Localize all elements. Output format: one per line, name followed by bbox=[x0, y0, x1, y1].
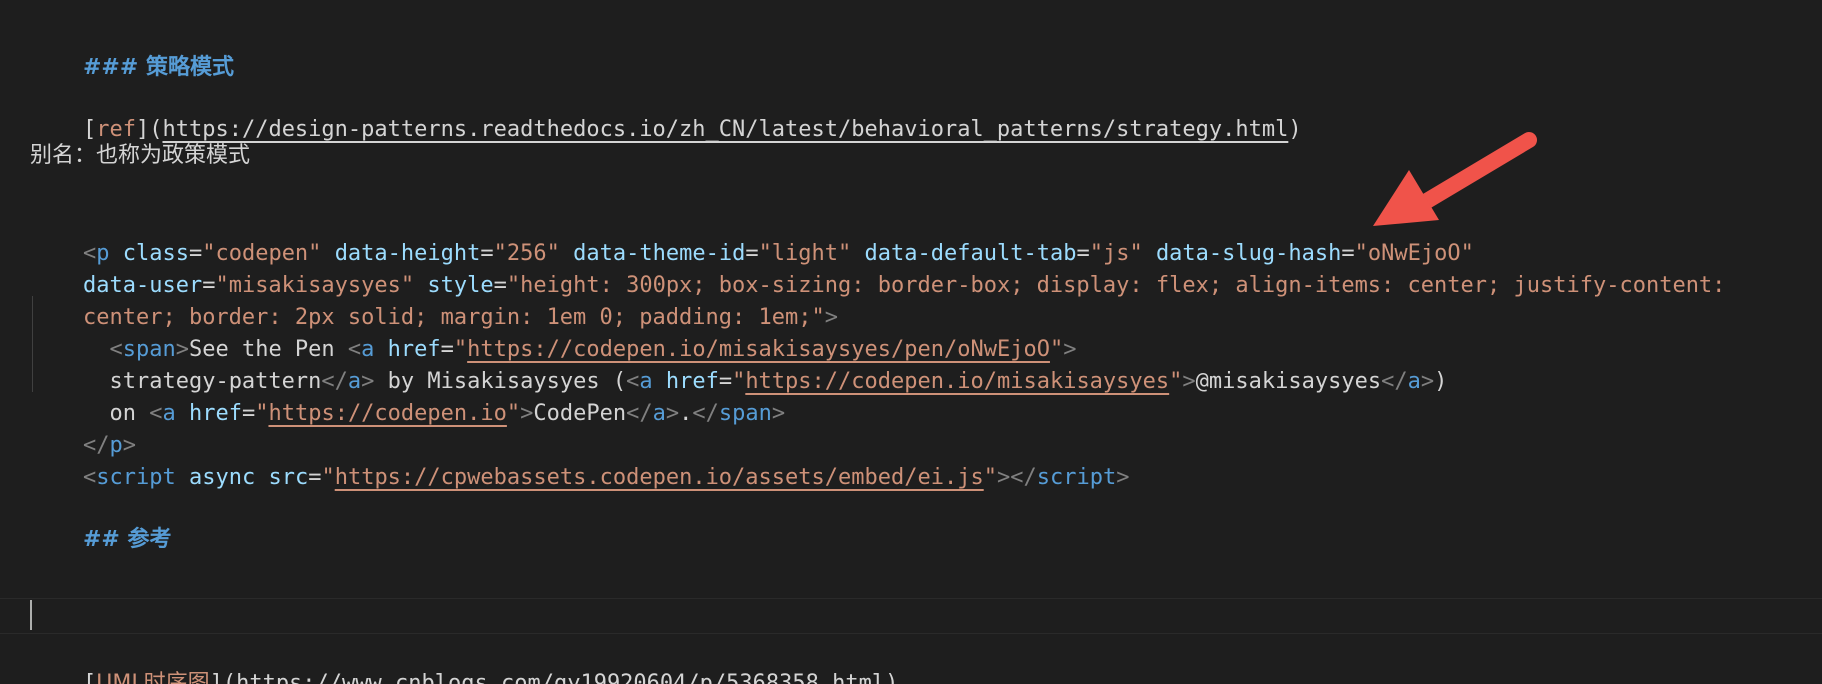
code-line-author: strategy-pattern</a> by Misakisaysyes (<… bbox=[109, 369, 1448, 394]
red-arrow-icon bbox=[1373, 132, 1537, 226]
alias-line: 别名：也称为政策模式 bbox=[30, 143, 251, 168]
code-line-style-cont: center; border: 2px solid; margin: 1em 0… bbox=[82, 305, 838, 330]
heading-2-line: ## 参考 bbox=[30, 486, 172, 552]
heading-2-title: 参考 bbox=[127, 527, 172, 552]
current-line-highlight bbox=[0, 598, 1822, 634]
uml-link-text[interactable]: UML时序图 bbox=[96, 671, 209, 684]
code-editor[interactable]: ### 策略模式 [ref](https://design-patterns.r… bbox=[0, 0, 1822, 684]
code-line-p-open: <p class="codepen" data-height="256" dat… bbox=[82, 241, 1474, 266]
code-line-on-codepen: on <a href="https://codepen.io">CodePen<… bbox=[109, 401, 786, 426]
heading-3-line: ### 策略模式 bbox=[30, 14, 234, 80]
code-line-user-style: data-user="misakisaysyes" style="height:… bbox=[82, 273, 1726, 298]
ref-link-url[interactable]: https://design-patterns.readthedocs.io/z… bbox=[162, 117, 1288, 142]
code-line-script: <script async src="https://cpwebassets.c… bbox=[82, 465, 1130, 490]
script-src-link[interactable]: https://cpwebassets.codepen.io/assets/em… bbox=[335, 465, 984, 490]
code-line-p-close: </p> bbox=[82, 433, 136, 458]
heading-2-marker: ## bbox=[82, 527, 120, 552]
code-line-span: <span>See the Pen <a href="https://codep… bbox=[109, 337, 1077, 362]
ref-link-line: [ref](https://design-patterns.readthedoc… bbox=[82, 117, 1302, 142]
profile-url-link[interactable]: https://codepen.io/misakisaysyes bbox=[745, 369, 1169, 394]
uml-link-line: [UML时序图](https://www.cnblogs.com/gy19920… bbox=[30, 630, 898, 684]
text-cursor bbox=[30, 600, 32, 630]
uml-link-url[interactable]: https://www.cnblogs.com/gy19920604/p/536… bbox=[236, 671, 885, 684]
codepen-url-link[interactable]: https://codepen.io bbox=[268, 401, 506, 426]
